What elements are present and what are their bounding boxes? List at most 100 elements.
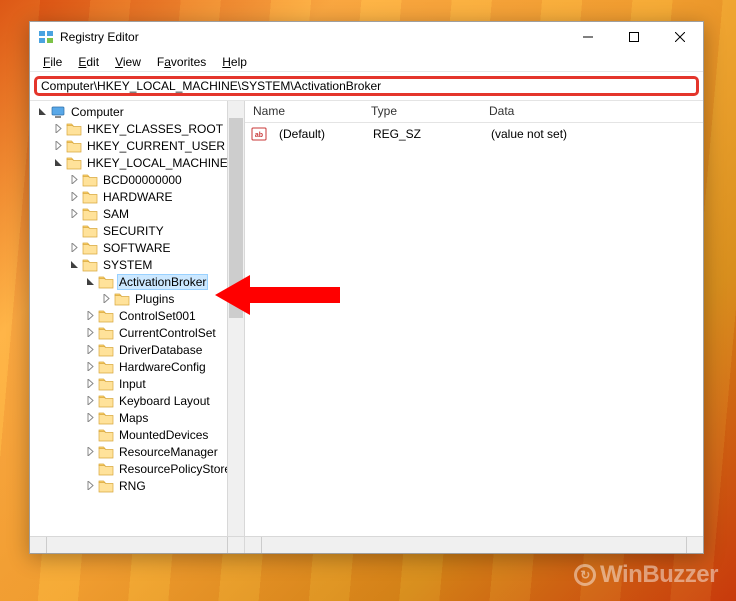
tree-expander[interactable]: [52, 140, 64, 152]
folder-icon: [98, 428, 114, 442]
tree-node-label: DriverDatabase: [117, 343, 204, 357]
tree-expander[interactable]: [52, 123, 64, 135]
svg-text:ab: ab: [255, 132, 263, 139]
value-data: (value not set): [483, 127, 575, 141]
tree-node[interactable]: ControlSet001: [32, 307, 244, 324]
watermark-icon: ↻: [574, 564, 596, 586]
tree-node[interactable]: Plugins: [32, 290, 244, 307]
minimize-button[interactable]: [565, 22, 611, 52]
tree-expander[interactable]: [84, 446, 96, 458]
tree-expander[interactable]: [84, 480, 96, 492]
tree-expander[interactable]: [84, 276, 96, 288]
tree-node[interactable]: ResourcePolicyStore: [32, 460, 244, 477]
column-data[interactable]: Data: [481, 101, 703, 122]
folder-icon: [82, 173, 98, 187]
tree-expander[interactable]: [84, 310, 96, 322]
close-button[interactable]: [657, 22, 703, 52]
tree-node[interactable]: MountedDevices: [32, 426, 244, 443]
titlebar[interactable]: Registry Editor: [30, 22, 703, 52]
tree-expander[interactable]: [52, 157, 64, 169]
folder-icon: [66, 122, 82, 136]
tree-node[interactable]: HardwareConfig: [32, 358, 244, 375]
tree-expander[interactable]: [100, 293, 112, 305]
folder-icon: [98, 411, 114, 425]
menu-help[interactable]: Help: [215, 53, 254, 71]
tree-node-label: SOFTWARE: [101, 241, 173, 255]
tree-node-label: Plugins: [133, 292, 176, 306]
tree-node-label: Maps: [117, 411, 150, 425]
folder-icon: [98, 377, 114, 391]
tree-expander[interactable]: [68, 174, 80, 186]
tree-node[interactable]: BCD00000000: [32, 171, 244, 188]
tree-node[interactable]: HARDWARE: [32, 188, 244, 205]
tree-node-label: Computer: [69, 105, 126, 119]
tree-expander[interactable]: [68, 191, 80, 203]
tree-expander[interactable]: [36, 106, 48, 118]
tree-node-label: MountedDevices: [117, 428, 210, 442]
maximize-button[interactable]: [611, 22, 657, 52]
tree-node-label: HardwareConfig: [117, 360, 208, 374]
tree-node[interactable]: HKEY_CLASSES_ROOT: [32, 120, 244, 137]
tree-horizontal-scrollbar[interactable]: [30, 536, 244, 553]
list-row[interactable]: ab (Default)REG_SZ(value not set): [245, 125, 703, 142]
tree-node[interactable]: SECURITY: [32, 222, 244, 239]
tree-node[interactable]: SOFTWARE: [32, 239, 244, 256]
menu-file[interactable]: File: [36, 53, 69, 71]
tree-node[interactable]: ResourceManager: [32, 443, 244, 460]
tree-node[interactable]: SYSTEM: [32, 256, 244, 273]
folder-icon: [82, 258, 98, 272]
tree-expander[interactable]: [68, 259, 80, 271]
folder-icon: [82, 224, 98, 238]
list-horizontal-scrollbar[interactable]: [245, 536, 703, 553]
tree-node[interactable]: RNG: [32, 477, 244, 494]
tree-node-label: SECURITY: [101, 224, 166, 238]
tree-pane: Computer HKEY_CLASSES_ROOT HKEY_CURRENT_US…: [30, 101, 245, 553]
tree-expander[interactable]: [84, 412, 96, 424]
tree-expander[interactable]: [84, 344, 96, 356]
address-bar[interactable]: [34, 76, 699, 96]
menu-favorites[interactable]: Favorites: [150, 53, 213, 71]
folder-icon: [66, 156, 82, 170]
folder-icon: [98, 394, 114, 408]
tree-expander[interactable]: [84, 395, 96, 407]
tree-node-label: HKEY_CURRENT_USER: [85, 139, 227, 153]
tree-expander[interactable]: [68, 242, 80, 254]
tree-node[interactable]: Maps: [32, 409, 244, 426]
tree-node[interactable]: Computer: [32, 103, 244, 120]
tree-node-label: Keyboard Layout: [117, 394, 212, 408]
menu-view[interactable]: View: [108, 53, 148, 71]
tree-node-label: RNG: [117, 479, 148, 493]
tree-node[interactable]: Input: [32, 375, 244, 392]
folder-icon: [66, 139, 82, 153]
values-pane: Name Type Data ab (Default)REG_SZ(value n…: [245, 101, 703, 553]
tree-node[interactable]: HKEY_CURRENT_USER: [32, 137, 244, 154]
column-name[interactable]: Name: [245, 101, 363, 122]
tree-node[interactable]: Keyboard Layout: [32, 392, 244, 409]
tree-node-label: ResourcePolicyStore: [117, 462, 233, 476]
folder-icon: [98, 360, 114, 374]
folder-icon: [98, 326, 114, 340]
value-type: REG_SZ: [365, 127, 483, 141]
tree-expander[interactable]: [84, 327, 96, 339]
tree-vertical-scrollbar[interactable]: [227, 101, 244, 536]
folder-icon: [98, 343, 114, 357]
tree-node[interactable]: ActivationBroker: [32, 273, 244, 290]
folder-icon: [114, 292, 130, 306]
column-type[interactable]: Type: [363, 101, 481, 122]
computer-icon: [50, 105, 66, 119]
tree-node-label: CurrentControlSet: [117, 326, 218, 340]
tree-node[interactable]: DriverDatabase: [32, 341, 244, 358]
tree-expander[interactable]: [68, 208, 80, 220]
tree-node-label: HKEY_LOCAL_MACHINE: [85, 156, 230, 170]
menu-edit[interactable]: Edit: [71, 53, 106, 71]
value-name: (Default): [271, 127, 365, 141]
tree-expander[interactable]: [84, 361, 96, 373]
menubar: File Edit View Favorites Help: [30, 52, 703, 72]
list-header[interactable]: Name Type Data: [245, 101, 703, 123]
tree-node-label: HKEY_CLASSES_ROOT: [85, 122, 225, 136]
tree-node[interactable]: CurrentControlSet: [32, 324, 244, 341]
tree-node[interactable]: SAM: [32, 205, 244, 222]
tree-node[interactable]: HKEY_LOCAL_MACHINE: [32, 154, 244, 171]
tree-expander[interactable]: [84, 378, 96, 390]
registry-editor-window: Registry Editor File Edit View Favorites…: [29, 21, 704, 554]
